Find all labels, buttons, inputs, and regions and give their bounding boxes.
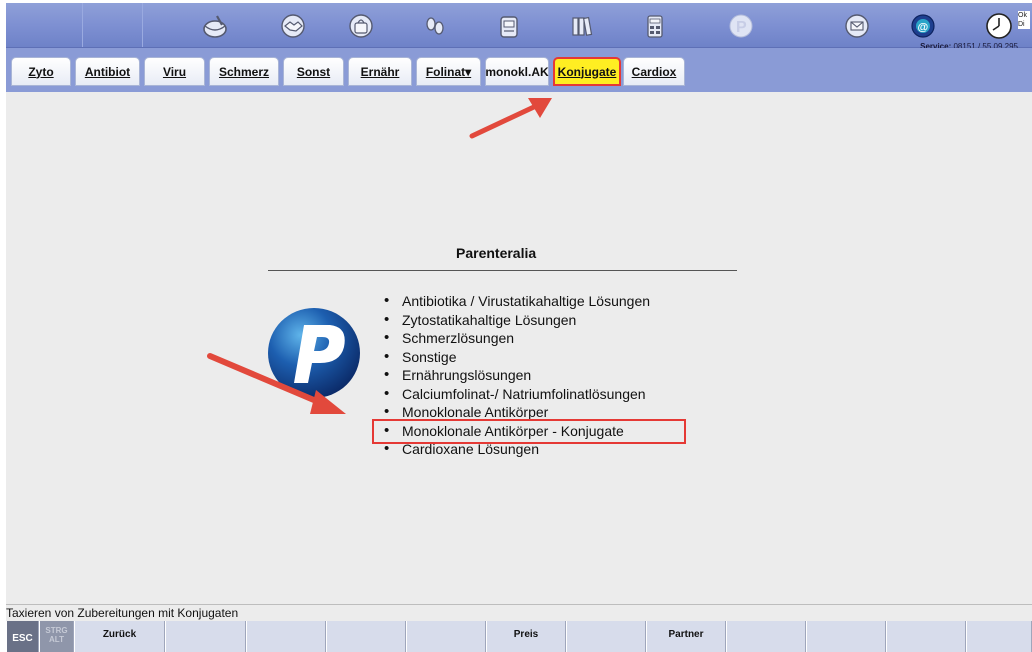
f2-key[interactable]: [165, 621, 246, 652]
status-bar: Taxieren von Zubereitungen mit Konjugate…: [6, 604, 1032, 621]
tab-zyto[interactable]: Zyto: [11, 57, 71, 86]
app-window: P @ Ok Di Service: 08151 / 55 09 295 Zyt…: [0, 0, 1032, 652]
tab-ernaehr[interactable]: Ernähr: [348, 57, 412, 86]
calculator-icon[interactable]: [640, 11, 670, 41]
f7-key[interactable]: [566, 621, 646, 652]
footprints-icon[interactable]: [420, 11, 450, 41]
tab-folinat[interactable]: Folinat▾: [416, 57, 481, 86]
f1-zurueck-key[interactable]: Zurück: [74, 621, 165, 652]
mortar-icon[interactable]: [200, 11, 230, 41]
list-item[interactable]: Schmerzlösungen: [376, 329, 650, 348]
svg-text:@: @: [918, 22, 929, 34]
books-icon[interactable]: [566, 11, 596, 41]
f9-key[interactable]: [726, 621, 806, 652]
f3-key[interactable]: [246, 621, 326, 652]
f4-key[interactable]: [326, 621, 406, 652]
f6-preis-key[interactable]: Preis: [486, 621, 566, 652]
top-toolbar: P @ Ok Di Service: 08151 / 55 09 295: [6, 3, 1032, 51]
strg-alt-key[interactable]: STRG ALT: [39, 621, 74, 652]
list-item[interactable]: Ernährungslösungen: [376, 366, 650, 385]
list-item-highlighted[interactable]: Monoklonale Antikörper - Konjugate: [371, 418, 687, 443]
tab-schmerz[interactable]: Schmerz: [209, 57, 279, 86]
parenteralia-logo-icon[interactable]: P: [726, 11, 756, 41]
f12-key[interactable]: [966, 621, 1032, 652]
list-item[interactable]: Antibiotika / Virustatikahaltige Lösunge…: [376, 292, 650, 311]
f8-partner-key[interactable]: Partner: [646, 621, 726, 652]
tab-cardiox[interactable]: Cardiox: [623, 57, 685, 86]
clock-side-text: Ok Di: [1018, 11, 1030, 29]
list-item[interactable]: Sonstige: [376, 348, 650, 367]
mail-icon[interactable]: [842, 11, 872, 41]
tab-bar: Zyto Antibiot Viru Schmerz Sonst Ernähr …: [6, 48, 1032, 92]
main-content: Parenteralia Antibiotika / Virustatikaha…: [6, 92, 1032, 604]
page-title: Parenteralia: [456, 245, 537, 261]
f5-key[interactable]: [406, 621, 486, 652]
list-item[interactable]: Cardioxane Lösungen: [376, 440, 650, 459]
title-divider: [268, 270, 737, 271]
tab-viru[interactable]: Viru: [144, 57, 205, 86]
tab-konjugate[interactable]: Konjugate: [553, 57, 621, 86]
category-list: Antibiotika / Virustatikahaltige Lösunge…: [371, 292, 687, 459]
tab-antibiot[interactable]: Antibiot: [75, 57, 140, 86]
f10-key[interactable]: [806, 621, 886, 652]
arrow-annotation-list: [207, 353, 346, 414]
f11-key[interactable]: [886, 621, 966, 652]
printer-icon[interactable]: [494, 11, 524, 41]
at-icon[interactable]: @: [908, 11, 938, 41]
clock-icon[interactable]: [984, 11, 1014, 41]
svg-text:P: P: [736, 19, 747, 36]
esc-key[interactable]: ESC: [6, 621, 39, 652]
list-item[interactable]: Zytostatikahaltige Lösungen: [376, 311, 650, 330]
list-item[interactable]: Calciumfolinat-/ Natriumfolinatlösungen: [376, 385, 650, 404]
tab-sonst[interactable]: Sonst: [283, 57, 344, 86]
arrow-annotation-tab: [469, 98, 552, 139]
tab-monokl-ak[interactable]: monokl.AK: [485, 57, 549, 86]
function-key-bar: ESC STRG ALT Zurück Preis Partner: [6, 621, 1032, 652]
bag-icon[interactable]: [346, 11, 376, 41]
handshake-icon[interactable]: [278, 11, 308, 41]
